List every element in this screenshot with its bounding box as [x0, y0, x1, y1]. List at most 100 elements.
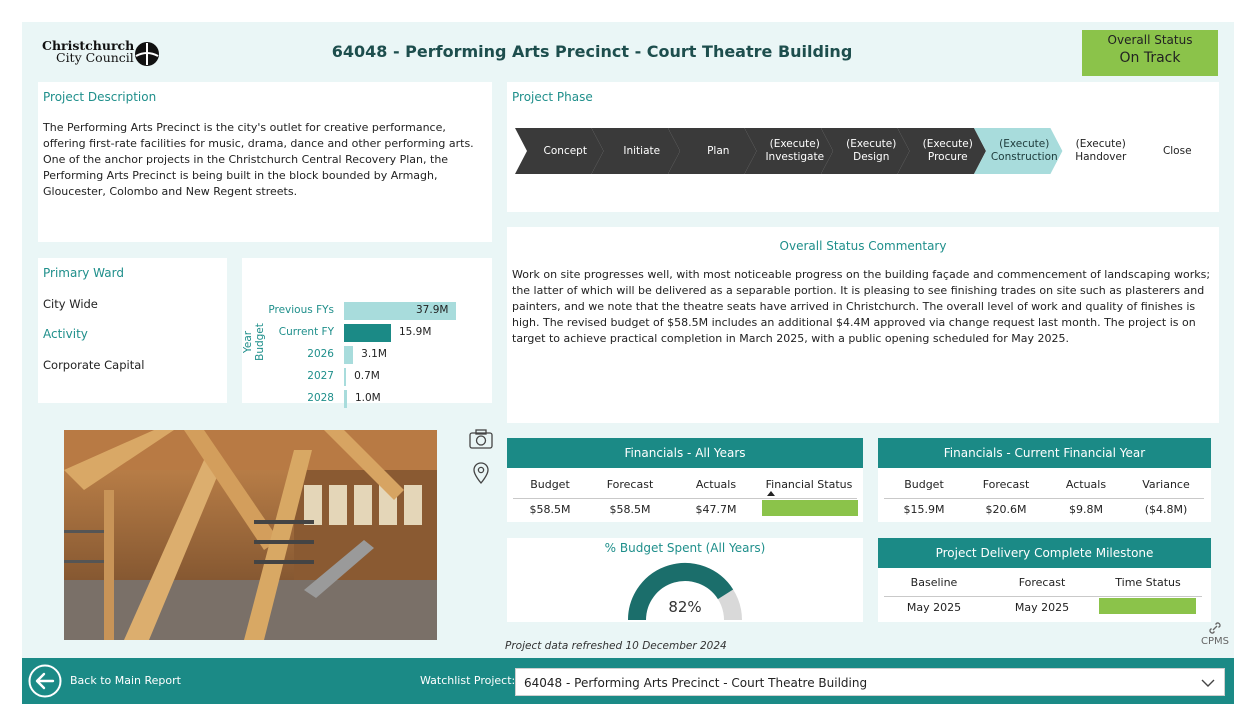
phase-step-label: Construction	[990, 151, 1058, 163]
year-budget-value-label: 1.0M	[354, 392, 381, 404]
fin-all-forecast-header: Forecast	[606, 478, 654, 491]
year-budget-value-label: 15.9M	[398, 326, 432, 338]
page-title: 64048 - Performing Arts Precinct - Court…	[331, 42, 853, 61]
back-to-main-report-button[interactable]: Back to Main Report	[28, 664, 228, 698]
fin-cur-actuals-header: Actuals	[1065, 478, 1107, 491]
financials-all-years-title: Financials - All Years	[507, 438, 863, 468]
council-logo: Christchurch City Council	[42, 39, 162, 70]
data-refreshed-note: Project data refreshed 10 December 2024	[505, 640, 727, 652]
activity-value: Corporate Capital	[43, 358, 145, 372]
primary-ward-label: Primary Ward	[43, 266, 124, 280]
phase-step-label: Concept	[543, 144, 587, 157]
back-arrow-icon	[28, 664, 62, 698]
fin-cur-forecast-value: $20.6M	[985, 503, 1027, 516]
gauge-value-label: 82%	[668, 598, 701, 616]
fin-cur-budget-header: Budget	[904, 478, 944, 491]
fin-cur-budget-value: $15.9M	[903, 503, 945, 516]
milestone-time-status-header: Time Status	[1115, 576, 1181, 589]
project-photo	[64, 430, 437, 640]
construction-photo-illustration	[64, 430, 437, 640]
milestone-baseline-header: Baseline	[910, 576, 958, 589]
overall-status-badge: Overall Status On Track	[1082, 30, 1218, 76]
project-phase-title: Project Phase	[512, 90, 593, 104]
budget-spent-gauge: 82%	[628, 563, 742, 621]
link-icon	[1209, 622, 1221, 634]
status-commentary-text: Work on site progresses well, with most …	[512, 268, 1211, 345]
year-budget-chart: Year Budget Previous FYs 37.9M Current FY 1…	[242, 258, 492, 408]
phase-step-label: Investigate	[765, 151, 825, 163]
year-budget-category-label: 2027	[307, 370, 334, 382]
financials-all-years-card: Financials - All Years Budget Forecast A…	[507, 438, 863, 522]
activity-label: Activity	[43, 327, 88, 341]
phase-step-prefix: (Execute)	[999, 138, 1050, 150]
year-budget-category-label: 2028	[307, 392, 334, 404]
fin-cur-variance-header: Variance	[1142, 478, 1190, 491]
fin-all-budget-header: Budget	[530, 478, 570, 491]
phase-step: Concept	[527, 128, 604, 174]
milestone-forecast-header: Forecast	[1018, 576, 1066, 589]
status-commentary-card: Overall Status Commentary Work on site p…	[507, 227, 1219, 423]
status-commentary-title: Overall Status Commentary	[779, 239, 947, 253]
time-status-indicator	[1099, 598, 1196, 614]
phase-step-label: Plan	[707, 144, 730, 157]
cpms-link[interactable]: CPMS	[1200, 620, 1230, 647]
delivery-milestone-card: Project Delivery Complete Milestone Base…	[878, 538, 1211, 622]
phase-step: (Execute) Design	[833, 128, 910, 174]
year-budget-bar	[344, 390, 347, 408]
project-phase-card: Project Phase Concept Initiate Plan (Execut…	[507, 82, 1219, 212]
year-budget-value-label: 0.7M	[354, 370, 380, 382]
overall-status-value: On Track	[1119, 50, 1181, 66]
fin-all-actuals-header: Actuals	[695, 478, 737, 491]
fin-all-actuals-value: $47.7M	[695, 503, 737, 516]
project-description-text: The Performing Arts Precinct is the city…	[43, 121, 474, 198]
primary-ward-value: City Wide	[43, 297, 98, 311]
milestone-forecast-value: May 2025	[1014, 601, 1070, 614]
phase-step: (Execute) Handover	[1063, 128, 1140, 174]
fin-all-budget-value: $58.5M	[529, 503, 571, 516]
phase-step-prefix: (Execute)	[846, 138, 897, 150]
phase-step: Initiate	[604, 128, 681, 174]
fin-cur-actuals-value: $9.8M	[1069, 503, 1103, 516]
photo-side-icons	[468, 428, 494, 486]
fin-all-forecast-value: $58.5M	[609, 503, 651, 516]
camera-icon[interactable]	[468, 428, 494, 450]
phase-step: (Execute) Investigate	[757, 128, 834, 174]
year-budget-category-label: 2026	[307, 348, 334, 360]
year-budget-value-label: 37.9M	[416, 304, 449, 316]
overall-status-label: Overall Status	[1107, 33, 1193, 47]
year-budget-bar	[344, 346, 354, 364]
year-budget-category-label: Current FY	[278, 326, 334, 338]
phase-step-label: Close	[1162, 144, 1192, 157]
watchlist-selected-value: 64048 - Performing Arts Precinct - Court…	[524, 676, 868, 690]
phase-step-label: Design	[853, 151, 890, 163]
financials-current-year-title: Financials - Current Financial Year	[878, 438, 1211, 468]
phase-step-prefix: (Execute)	[922, 138, 973, 150]
footer-bar: Back to Main Report Watchlist Project: 6…	[22, 658, 1234, 704]
year-budget-value-label: 3.1M	[361, 348, 387, 360]
milestone-baseline-value: May 2025	[906, 601, 962, 614]
project-description-title: Project Description	[43, 90, 157, 104]
fin-cur-variance-value: ($4.8M)	[1144, 503, 1188, 516]
back-to-main-report-label: Back to Main Report	[70, 674, 181, 687]
watchlist-project-select[interactable]: 64048 - Performing Arts Precinct - Court…	[515, 668, 1225, 696]
watchlist-label: Watchlist Project:	[420, 674, 516, 687]
year-budget-category-label: Previous FYs	[268, 304, 334, 316]
project-description-card: Project Description The Performing Arts …	[38, 82, 492, 242]
phase-step: (Execute) Procure	[910, 128, 987, 174]
year-budget-axis-label: Year Budget	[242, 323, 266, 361]
phase-step: (Execute) Construction	[986, 128, 1063, 174]
chevron-down-icon	[1201, 679, 1215, 687]
fin-all-status-header: Financial Status	[765, 478, 853, 491]
phase-step-label: Initiate	[623, 144, 661, 157]
year-budget-bar	[344, 324, 391, 342]
cpms-label: CPMS	[1201, 636, 1229, 647]
phase-step: Plan	[680, 128, 757, 174]
year-budget-bar	[344, 368, 347, 386]
financials-current-year-card: Financials - Current Financial Year Budg…	[878, 438, 1211, 522]
ward-activity-card: Primary Ward City Wide Activity Corporat…	[38, 258, 227, 403]
phase-step: Close	[1139, 128, 1216, 174]
map-pin-icon[interactable]	[468, 460, 494, 486]
delivery-milestone-title: Project Delivery Complete Milestone	[878, 538, 1211, 568]
logo-line2: City Council	[56, 50, 134, 65]
phase-step-prefix: (Execute)	[1075, 138, 1126, 150]
